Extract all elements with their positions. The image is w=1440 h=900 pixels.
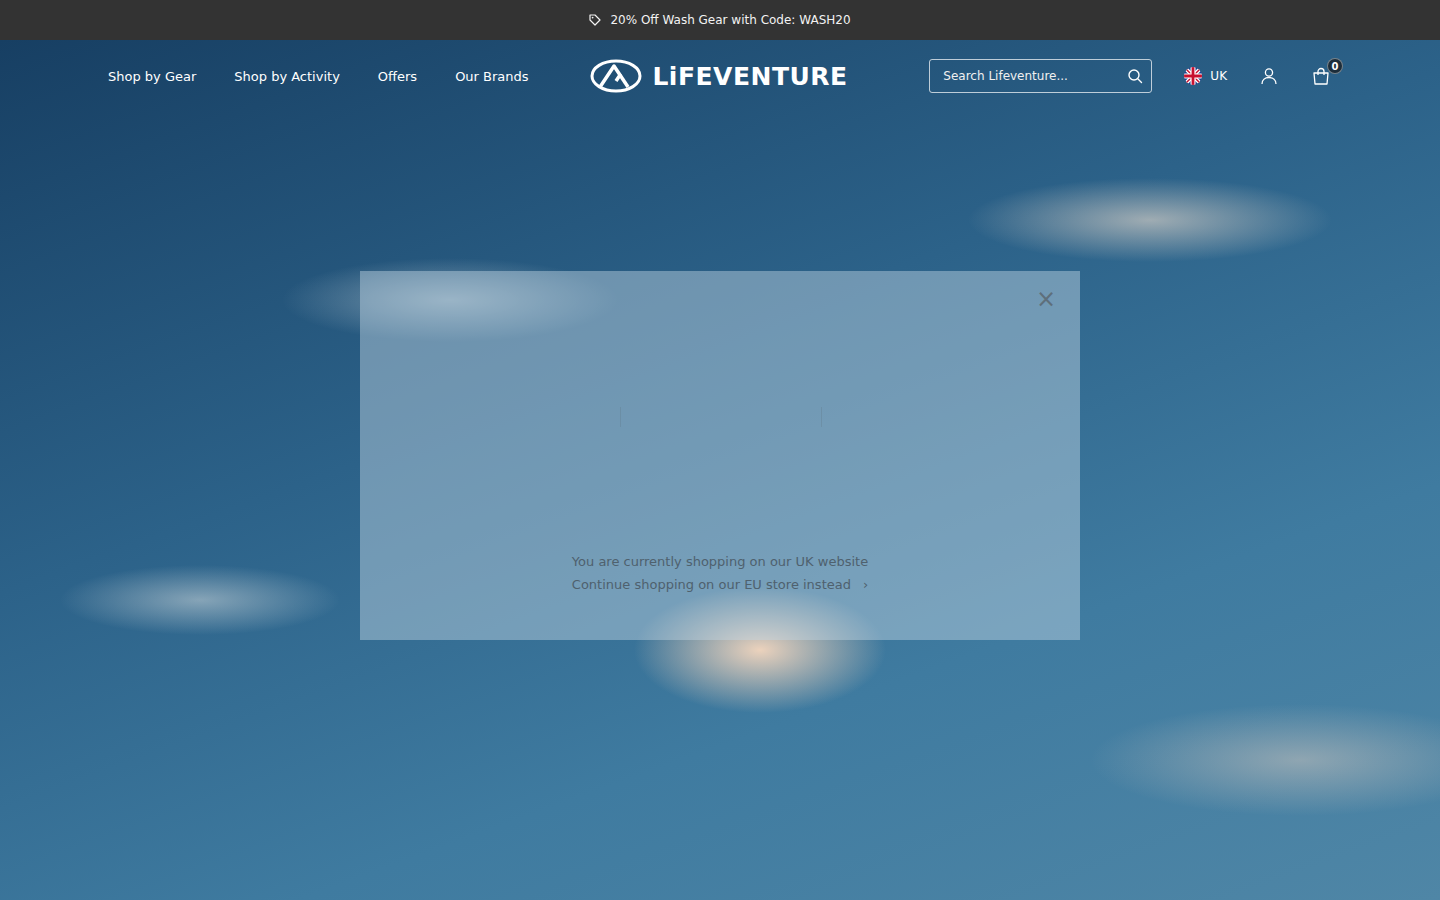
close-button[interactable]: × <box>1030 283 1062 315</box>
announcement-text[interactable]: 20% Off Wash Gear with Code: WASH20 <box>610 13 850 27</box>
logo[interactable]: LiFEVENTURE <box>590 59 847 93</box>
site-header: Shop by Gear Shop by Activity Offers Our Br… <box>0 40 1440 100</box>
region-modal: × You are currently shopping on our UK we… <box>360 271 1080 640</box>
region-selector[interactable]: UK <box>1184 67 1227 85</box>
main-nav: Shop by Gear Shop by Activity Offers Our Br… <box>108 69 590 84</box>
eu-store-link[interactable]: Continue shopping on our EU store instea… <box>572 577 868 592</box>
logo-icon <box>590 59 642 93</box>
modal-message: You are currently shopping on our UK web… <box>572 554 868 569</box>
region-label: UK <box>1210 69 1227 83</box>
search-field <box>929 59 1152 93</box>
header-actions: UK 0 <box>848 59 1330 93</box>
user-icon <box>1260 67 1278 85</box>
link-text: Continue shopping on our EU store instea… <box>572 577 851 592</box>
nav-item[interactable]: Our Brands <box>455 69 528 84</box>
cart-count-badge: 0 <box>1327 58 1343 74</box>
link-arrow: › <box>863 577 868 592</box>
search-input[interactable] <box>943 69 1127 83</box>
nav-item[interactable]: Shop by Gear <box>108 69 196 84</box>
hero-section: Shop by Gear Shop by Activity Offers Our Br… <box>0 40 1440 900</box>
announcement-bar: 20% Off Wash Gear with Code: WASH20 <box>0 0 1440 40</box>
logo-text: LiFEVENTURE <box>652 62 847 91</box>
cart-button[interactable]: 0 <box>1312 67 1330 85</box>
tag-icon <box>589 14 601 26</box>
search-icon[interactable] <box>1127 68 1143 84</box>
modal-divider <box>620 407 822 427</box>
uk-flag-icon <box>1184 67 1202 85</box>
nav-item[interactable]: Shop by Activity <box>234 69 340 84</box>
account-button[interactable] <box>1260 67 1278 85</box>
nav-item[interactable]: Offers <box>378 69 417 84</box>
